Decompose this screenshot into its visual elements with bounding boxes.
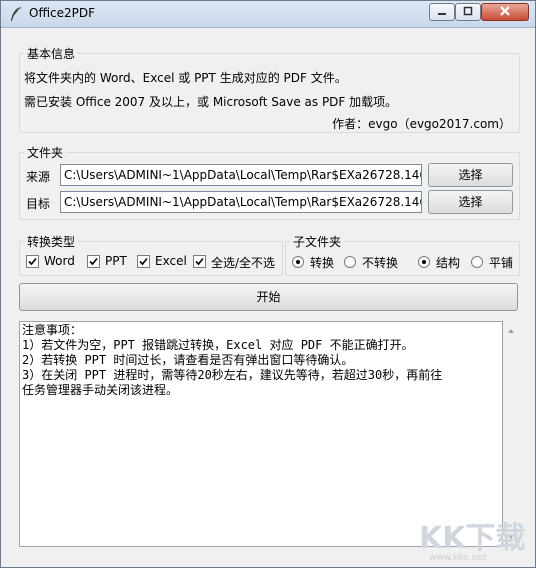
subfolder-group: 子文件夹 转换 不转换 结构 平铺	[285, 233, 520, 276]
title-bar[interactable]: Office2PDF	[1, 1, 535, 28]
source-path-input[interactable]: C:\Users\ADMINI~1\AppData\Local\Temp\Rar…	[60, 164, 422, 186]
convert-type-legend: 转换类型	[24, 233, 79, 250]
checkmark-icon	[195, 257, 204, 266]
notes-line: 注意事项：	[22, 323, 83, 337]
author-credit: 作者：evgo（evgo2017.com）	[332, 117, 511, 131]
start-button[interactable]: 开始	[19, 283, 518, 311]
close-icon	[500, 6, 510, 16]
folder-group-legend: 文件夹	[24, 144, 67, 161]
feather-icon	[11, 6, 21, 21]
ppt-checkbox-label: PPT	[105, 254, 127, 268]
select-all-checkbox[interactable]	[193, 255, 206, 268]
source-label: 来源	[26, 170, 51, 184]
watermark-url: www.kkx.net	[429, 553, 487, 563]
folder-group: 文件夹 来源 C:\Users\ADMINI~1\AppData\Local\T…	[19, 144, 520, 220]
structure-radio-label: 结构	[436, 256, 461, 270]
convert-subfolder-label: 转换	[310, 256, 335, 270]
notes-line: 3）在关闭 PPT 进程时，需等待20秒左右，建议先等待，若超过30秒，再前往	[22, 368, 443, 382]
checkmark-icon	[28, 257, 37, 266]
info-group-legend: 基本信息	[24, 45, 79, 62]
info-group: 基本信息 将文件夹内的 Word、Excel 或 PPT 生成对应的 PDF 文…	[19, 45, 520, 133]
source-select-button[interactable]: 选择	[428, 163, 513, 187]
flat-radio-label: 平铺	[489, 256, 514, 270]
scroll-up-arrow-icon[interactable]	[503, 323, 519, 339]
target-path-input[interactable]: C:\Users\ADMINI~1\AppData\Local\Temp\Rar…	[60, 191, 422, 213]
flat-radio[interactable]	[471, 256, 483, 268]
excel-checkbox[interactable]	[137, 255, 150, 268]
checkmark-icon	[139, 257, 148, 266]
excel-checkbox-label: Excel	[155, 254, 187, 268]
notes-line: 任务管理器手动关闭该进程。	[22, 383, 179, 397]
target-select-button[interactable]: 选择	[428, 190, 513, 214]
info-line-1: 将文件夹内的 Word、Excel 或 PPT 生成对应的 PDF 文件。	[24, 71, 347, 85]
maximize-icon	[463, 6, 473, 16]
target-label: 目标	[26, 197, 51, 211]
convert-type-group: 转换类型 Word PPT Excel 全选/全不选	[19, 233, 283, 276]
no-convert-subfolder-label: 不转换	[362, 256, 399, 270]
info-line-2: 需已安装 Office 2007 及以上，或 Microsoft Save as…	[24, 95, 398, 109]
app-window: Office2PDF 基本信息 将文件夹内的 Word、Excel 或 PPT …	[0, 0, 536, 568]
maximize-button[interactable]	[455, 3, 481, 21]
notes-line: 1）若文件为空，PPT 报错跳过转换，Excel 对应 PDF 不能正确打开。	[22, 338, 414, 352]
minimize-button[interactable]	[429, 3, 455, 21]
subfolder-group-legend: 子文件夹	[290, 233, 345, 250]
minimize-icon	[438, 13, 446, 15]
convert-subfolder-radio[interactable]	[292, 256, 304, 268]
checkmark-icon	[89, 257, 98, 266]
word-checkbox-label: Word	[44, 254, 75, 268]
select-all-checkbox-label: 全选/全不选	[211, 256, 276, 270]
notes-line: 2）若转换 PPT 时间过长，请查看是否有弹出窗口等待确认。	[22, 353, 354, 367]
structure-radio[interactable]	[418, 256, 430, 268]
word-checkbox[interactable]	[26, 255, 39, 268]
close-button[interactable]	[481, 3, 529, 21]
watermark-logo: KK下载	[419, 521, 526, 556]
window-title: Office2PDF	[29, 6, 96, 20]
ppt-checkbox[interactable]	[87, 255, 100, 268]
no-convert-subfolder-radio[interactable]	[344, 256, 356, 268]
